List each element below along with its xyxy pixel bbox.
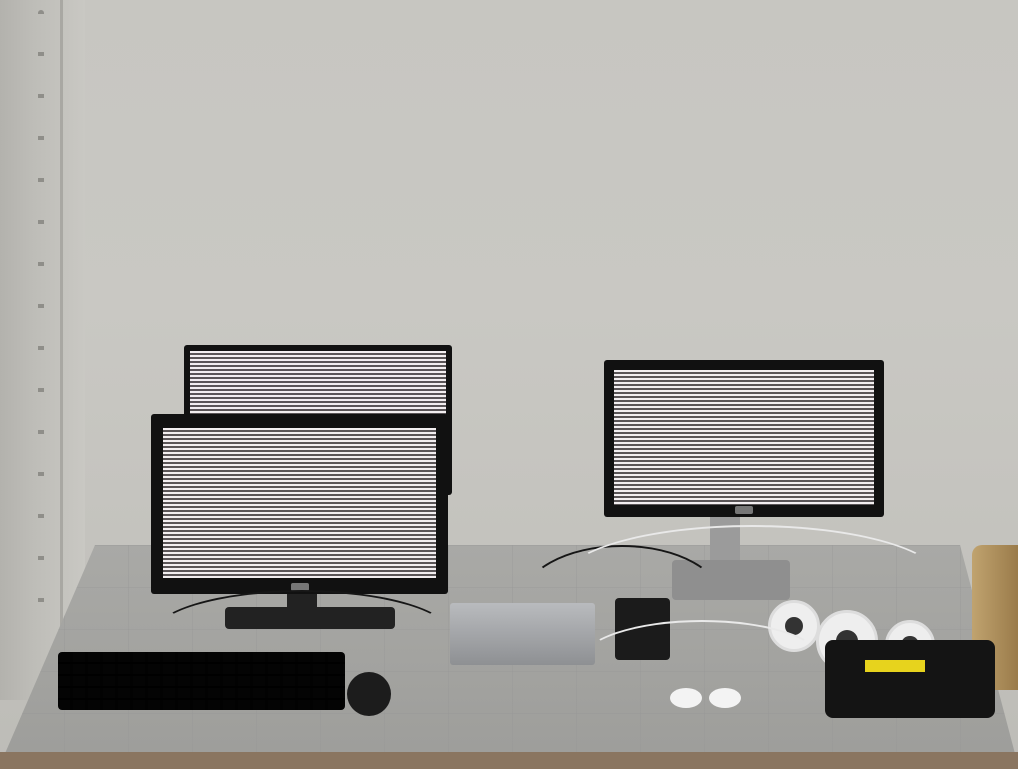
left-monitor: [151, 414, 448, 594]
cable-1: [150, 590, 454, 684]
rail-edge: [60, 0, 63, 640]
right-monitor: [604, 360, 884, 517]
rail-holes: [38, 10, 44, 630]
left-monitor-screen: [163, 428, 436, 578]
photo-scene: [0, 0, 1018, 769]
wire-2: [580, 620, 824, 704]
wire-1: [560, 525, 944, 639]
handheld-device: [825, 640, 995, 718]
wall-rail: [0, 0, 85, 700]
right-monitor-screen: [614, 370, 874, 505]
dell-logo-right: [735, 506, 753, 514]
device-label: [865, 660, 925, 672]
table-edge: [0, 752, 1018, 769]
